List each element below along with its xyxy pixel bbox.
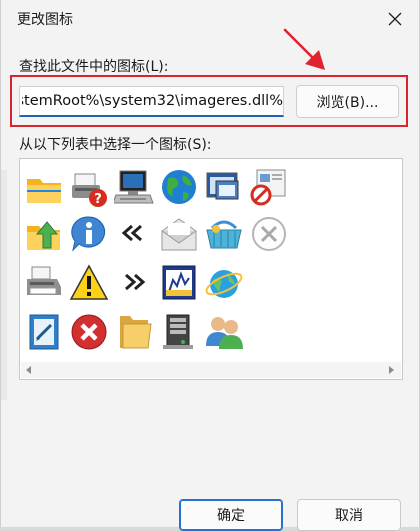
document-edit-icon[interactable] bbox=[24, 312, 64, 352]
internet-globe-icon[interactable] bbox=[204, 263, 244, 303]
background-window-edge bbox=[1, 170, 7, 400]
ok-button[interactable]: 确定 bbox=[179, 499, 283, 531]
annotation-arrow-icon bbox=[283, 28, 325, 70]
blocked-document-icon[interactable] bbox=[249, 167, 289, 207]
warning-icon[interactable] bbox=[69, 263, 109, 303]
icon-list[interactable]: ? bbox=[19, 158, 403, 380]
chart-window-icon[interactable] bbox=[159, 263, 199, 303]
scroll-left-icon[interactable] bbox=[25, 366, 33, 374]
browse-button[interactable]: 浏览(B)... bbox=[296, 85, 399, 118]
folder-icon[interactable] bbox=[24, 169, 64, 209]
globe-icon[interactable] bbox=[159, 167, 199, 207]
folder-icon[interactable] bbox=[114, 312, 154, 352]
scroll-right-icon[interactable] bbox=[387, 366, 395, 374]
window-app-icon[interactable] bbox=[204, 167, 244, 207]
folder-upload-icon[interactable] bbox=[24, 214, 64, 254]
close-icon bbox=[388, 12, 402, 26]
cancel-circle-icon[interactable] bbox=[249, 214, 289, 254]
horizontal-scrollbar[interactable] bbox=[21, 362, 401, 378]
change-icon-dialog: 更改图标 查找此文件中的图标(L): 浏览(B)... 从以下列表中选择一个图标… bbox=[0, 0, 420, 531]
shopping-basket-icon[interactable] bbox=[204, 214, 244, 254]
rewind-icon[interactable] bbox=[114, 214, 154, 254]
printer-help-icon[interactable]: ? bbox=[69, 169, 109, 209]
svg-text:?: ? bbox=[94, 192, 102, 207]
cancel-button[interactable]: 取消 bbox=[297, 499, 401, 531]
server-tower-icon[interactable] bbox=[159, 312, 199, 352]
icon-file-path-input[interactable] bbox=[19, 86, 284, 117]
computer-monitor-icon[interactable] bbox=[114, 167, 154, 207]
mail-envelope-icon[interactable] bbox=[159, 214, 199, 254]
dialog-title: 更改图标 bbox=[17, 12, 73, 28]
error-icon[interactable] bbox=[69, 312, 109, 352]
users-icon[interactable] bbox=[204, 312, 244, 352]
info-icon[interactable] bbox=[69, 214, 109, 254]
icon-list-label: 从以下列表中选择一个图标(S): bbox=[19, 137, 212, 153]
printer-icon[interactable] bbox=[24, 263, 64, 303]
fast-forward-icon[interactable] bbox=[114, 263, 154, 303]
title-bar: 更改图标 bbox=[1, 0, 420, 40]
lookin-label: 查找此文件中的图标(L): bbox=[19, 59, 169, 75]
close-button[interactable] bbox=[373, 2, 417, 36]
